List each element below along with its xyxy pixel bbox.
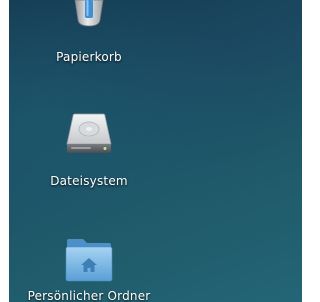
- desktop[interactable]: Papierkorb Dateisystem Persönlicher Ordn…: [9, 0, 302, 302]
- trash-icon: [74, 0, 104, 27]
- home-label: Persönlicher Ordner: [27, 289, 151, 302]
- desktop-icon-trash[interactable]: Papierkorb: [24, 0, 154, 70]
- drive-icon: [66, 113, 112, 153]
- filesystem-label: Dateisystem: [50, 174, 128, 188]
- desktop-icon-filesystem[interactable]: Dateisystem: [24, 112, 154, 192]
- home-folder-icon: [65, 239, 113, 282]
- trash-label: Papierkorb: [56, 50, 122, 64]
- desktop-icon-home[interactable]: Persönlicher Ordner: [24, 233, 154, 302]
